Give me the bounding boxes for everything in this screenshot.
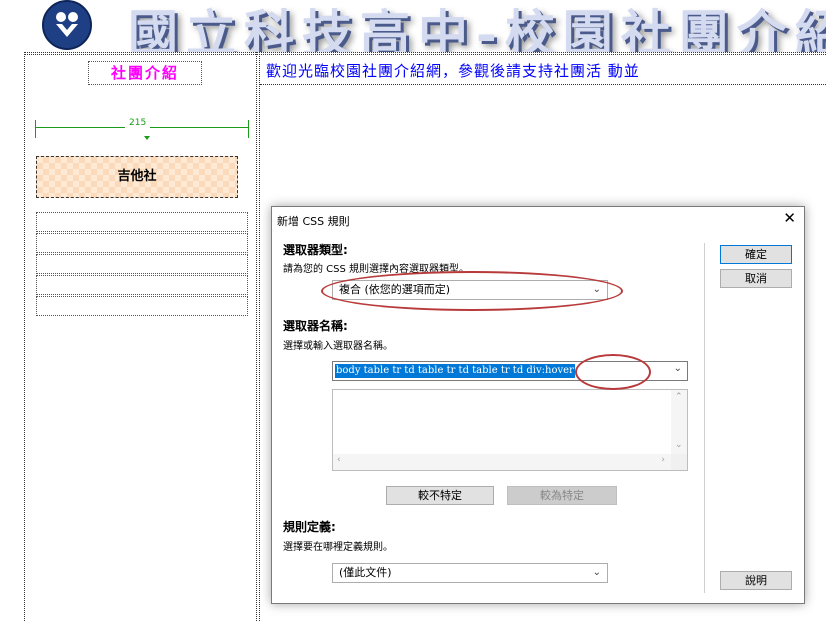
table-border-top xyxy=(24,52,826,53)
logo-icon xyxy=(56,12,78,37)
club-cell-guitar[interactable]: 吉他社 xyxy=(36,156,238,198)
left-column-title: 社團介紹 xyxy=(88,61,202,85)
rule-definition-value: (僅此文件) xyxy=(339,566,392,579)
selector-type-heading: 選取器類型: xyxy=(283,243,348,257)
table-border-top-inner xyxy=(24,54,826,55)
banner-title: 國立科技高中-校園社團介紹 xyxy=(128,4,826,52)
rule-definition-select[interactable]: (僅此文件) ⌄ xyxy=(332,563,608,583)
rule-definition-description: 選擇要在哪裡定義規則。 xyxy=(283,542,393,553)
chevron-right-icon[interactable]: › xyxy=(661,455,665,465)
dialog-title: 新增 CSS 規則 xyxy=(277,215,350,228)
less-specific-button[interactable]: 較不特定 xyxy=(386,486,494,505)
table-border-left xyxy=(24,52,25,621)
dialog-separator xyxy=(704,243,705,593)
horizontal-scrollbar[interactable]: ‹ › xyxy=(333,454,671,470)
help-button[interactable]: 說明 xyxy=(720,571,792,590)
page-banner: 國立科技高中-校園社團介紹 xyxy=(0,0,826,52)
school-logo xyxy=(42,0,92,50)
marquee-row-border xyxy=(260,84,826,85)
chevron-left-icon[interactable]: ‹ xyxy=(337,455,341,465)
cancel-button[interactable]: 取消 xyxy=(720,269,792,288)
empty-table-row[interactable] xyxy=(36,275,248,295)
chevron-down-icon[interactable]: ⌄ xyxy=(675,440,683,450)
marquee-text: 歡迎光臨校園社團介紹網，參觀後請支持社團活 動並 xyxy=(266,62,640,80)
empty-table-row[interactable] xyxy=(36,254,248,274)
new-css-rule-dialog: 新增 CSS 規則 ✕ 選取器類型: 請為您的 CSS 規則選擇內容選取器類型。… xyxy=(271,206,805,604)
column-divider-2 xyxy=(259,52,260,621)
selector-name-description: 選擇或輸入選取器名稱。 xyxy=(283,341,393,352)
selector-name-value: body table tr td table tr td table tr td… xyxy=(335,364,575,378)
ok-button[interactable]: 確定 xyxy=(720,245,792,264)
close-icon[interactable]: ✕ xyxy=(783,209,796,227)
chevron-up-icon[interactable]: ⌃ xyxy=(675,392,683,402)
table-width-ruler: 215 xyxy=(35,118,249,142)
chevron-down-icon: ⌄ xyxy=(592,567,601,578)
column-divider-1 xyxy=(256,52,257,621)
selector-list-box[interactable]: ⌃ ⌄ ‹ › xyxy=(332,389,688,471)
empty-table-row[interactable] xyxy=(36,296,248,316)
selector-name-heading: 選取器名稱: xyxy=(283,319,348,333)
chevron-down-icon[interactable]: ⌄ xyxy=(674,363,682,374)
empty-table-row[interactable] xyxy=(36,233,248,253)
ruler-arrow-icon xyxy=(144,136,150,140)
annotation-ellipse-hover xyxy=(575,354,651,390)
empty-table-row[interactable] xyxy=(36,212,248,232)
vertical-scrollbar[interactable]: ⌃ ⌄ xyxy=(671,390,687,454)
table-width-value: 215 xyxy=(125,118,151,128)
annotation-ellipse-selector-type xyxy=(321,271,623,311)
scrollbar-corner xyxy=(671,454,687,470)
rule-definition-heading: 規則定義: xyxy=(283,520,336,534)
more-specific-button[interactable]: 較為特定 xyxy=(507,486,617,505)
